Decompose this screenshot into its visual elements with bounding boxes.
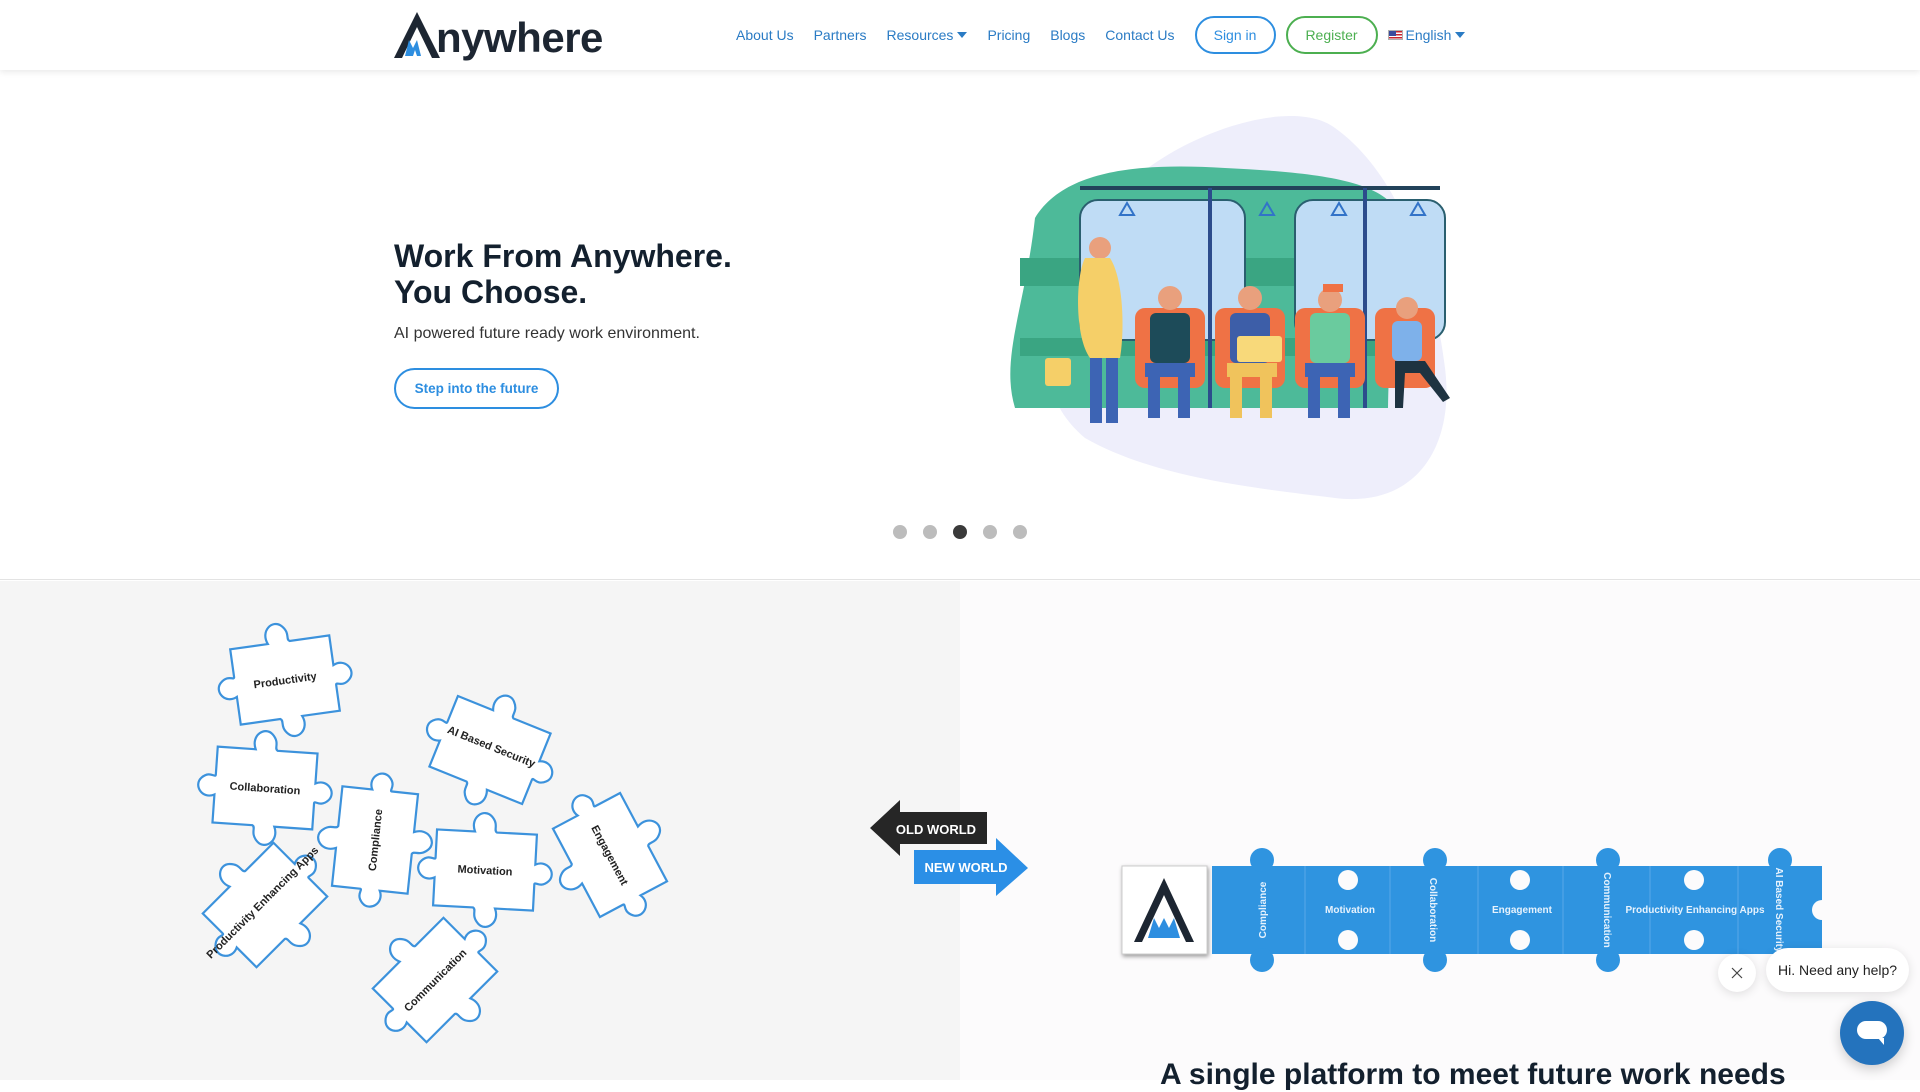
hero-subtitle: AI powered future ready work environment…: [394, 325, 700, 342]
chain-label: Collaboration: [1427, 878, 1438, 942]
hero-carousel: Work From Anywhere. You Choose. AI power…: [0, 70, 1920, 580]
hero-title-line-1: Work From Anywhere.: [394, 238, 732, 274]
chain-label: Compliance: [1258, 881, 1269, 938]
nav-resources[interactable]: Resources: [887, 27, 968, 43]
puzzle-piece-collaboration: Collaboration: [193, 725, 337, 851]
nav-contact-us[interactable]: Contact Us: [1105, 27, 1174, 43]
chat-greeting-bubble[interactable]: Hi. Need any help?: [1766, 948, 1910, 992]
old-world-label: OLD WORLD: [896, 822, 976, 837]
scattered-puzzle-pieces: Productivity Collaboration AI Based Secu…: [190, 615, 680, 1055]
new-world-arrow: NEW WORLD: [914, 838, 1028, 896]
carousel-dot-5[interactable]: [1013, 525, 1027, 539]
old-world-arrow: OLD WORLD: [870, 800, 987, 856]
chat-launcher-button[interactable]: [1840, 1001, 1904, 1065]
logo-text: nywhere: [436, 14, 603, 61]
puzzle-piece-motivation: Motivation: [414, 808, 556, 932]
language-selector[interactable]: English: [1387, 27, 1466, 43]
language-label: English: [1405, 27, 1452, 43]
nav-about-us-label: About Us: [736, 27, 794, 43]
chain-label: Productivity Enhancing Apps: [1625, 905, 1765, 916]
nav-about-us[interactable]: About Us: [736, 27, 794, 43]
register-button[interactable]: Register: [1285, 16, 1378, 54]
chain-label: Motivation: [1325, 905, 1375, 916]
caret-down-icon: [1455, 32, 1466, 38]
carousel-dot-3-active[interactable]: [953, 525, 967, 539]
carousel-dot-2[interactable]: [923, 525, 937, 539]
hero-title-line-2: You Choose.: [394, 274, 588, 310]
old-new-world-arrows: OLD WORLD NEW WORLD: [870, 800, 1028, 896]
new-world-label: NEW WORLD: [924, 860, 1007, 875]
close-icon: [1731, 967, 1743, 979]
anywhere-logo-tile: [1121, 865, 1208, 955]
nav-contact-us-label: Contact Us: [1105, 27, 1175, 43]
nav-pricing-label: Pricing: [987, 27, 1031, 43]
carousel-dot-4[interactable]: [983, 525, 997, 539]
hero-title: Work From Anywhere. You Choose.: [394, 238, 732, 310]
us-flag-icon: [1387, 30, 1403, 40]
puzzle-piece-engagement: Engagement: [527, 768, 680, 942]
main-nav: About Us Partners Resources Pricing Blog…: [736, 16, 1466, 54]
anywhere-logo[interactable]: nywhere: [394, 8, 603, 60]
chat-dismiss-button[interactable]: [1718, 954, 1756, 992]
nav-blogs[interactable]: Blogs: [1050, 27, 1085, 43]
nav-blogs-label: Blogs: [1050, 27, 1086, 43]
chain-label: Engagement: [1492, 905, 1553, 916]
logo-a-icon: [394, 12, 440, 58]
section-title: A single platform to meet future work ne…: [1160, 1058, 1786, 1091]
step-into-future-button[interactable]: Step into the future: [394, 368, 559, 409]
site-header: nywhere About Us Partners Resources Pric…: [0, 0, 1920, 70]
nav-partners[interactable]: Partners: [814, 27, 867, 43]
puzzle-piece-productivity: Productivity: [209, 615, 361, 747]
carousel-indicators: [893, 525, 1043, 539]
nav-resources-label: Resources: [886, 27, 954, 43]
chain-label: Communication: [1601, 872, 1612, 948]
caret-down-icon: [957, 32, 968, 38]
chain-label: AI Based Security: [1773, 867, 1784, 952]
nav-pricing[interactable]: Pricing: [987, 27, 1030, 43]
nav-partners-label: Partners: [813, 27, 867, 43]
chat-bubble-icon: [1857, 1021, 1887, 1045]
puzzle-piece-ai-based-security: AI Based Security: [405, 671, 575, 829]
carousel-dot-1[interactable]: [893, 525, 907, 539]
sign-in-button[interactable]: Sign in: [1194, 16, 1276, 54]
subway-commuters-illustration: [1010, 116, 1450, 500]
